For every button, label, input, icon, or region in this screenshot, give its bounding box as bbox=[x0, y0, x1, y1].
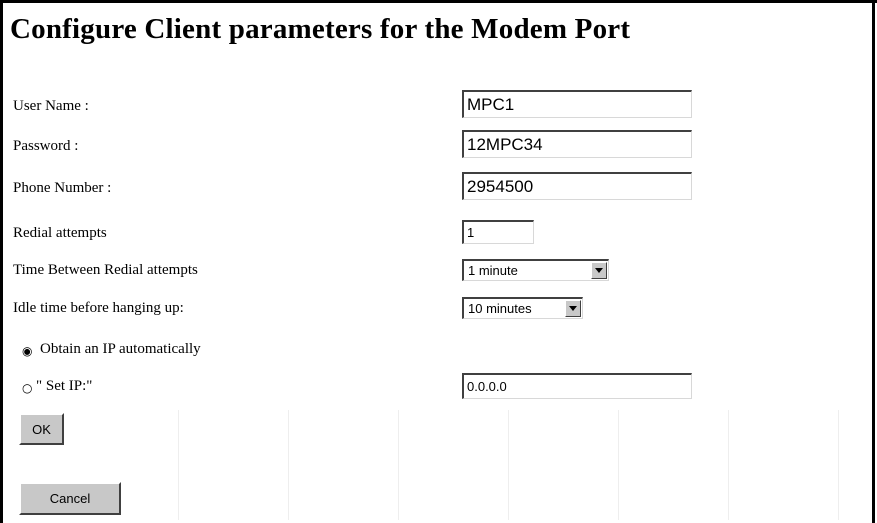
frame-left-border bbox=[0, 0, 3, 523]
chevron-down-icon[interactable] bbox=[565, 300, 581, 317]
user-name-input[interactable] bbox=[462, 90, 692, 118]
password-label: Password : bbox=[13, 138, 79, 154]
frame-right-border bbox=[872, 0, 875, 523]
page-title: Configure Client parameters for the Mode… bbox=[10, 13, 631, 45]
time-between-redial-select[interactable]: 1 minute bbox=[462, 259, 609, 281]
idle-time-label: Idle time before hanging up: bbox=[13, 300, 184, 316]
phone-number-input[interactable] bbox=[462, 172, 692, 200]
grid-divider bbox=[838, 410, 839, 520]
grid-divider bbox=[288, 410, 289, 520]
grid-divider bbox=[618, 410, 619, 520]
set-ip-input[interactable] bbox=[462, 373, 692, 399]
ok-button[interactable]: OK bbox=[19, 413, 64, 445]
time-between-redial-value: 1 minute bbox=[468, 263, 518, 278]
password-input[interactable] bbox=[462, 130, 692, 158]
grid-divider bbox=[178, 410, 179, 520]
user-name-label: User Name : bbox=[13, 98, 89, 114]
radio-selected-icon[interactable]: ◉ bbox=[22, 345, 32, 357]
grid-divider bbox=[398, 410, 399, 520]
redial-attempts-input[interactable] bbox=[462, 220, 534, 244]
phone-number-label: Phone Number : bbox=[13, 180, 112, 196]
grid-divider bbox=[728, 410, 729, 520]
redial-attempts-label: Redial attempts bbox=[13, 225, 107, 241]
set-ip-label: " Set IP:" bbox=[36, 378, 93, 394]
radio-unselected-icon[interactable]: ○ bbox=[22, 382, 32, 394]
grid-divider bbox=[508, 410, 509, 520]
idle-time-select[interactable]: 10 minutes bbox=[462, 297, 583, 319]
cancel-button[interactable]: Cancel bbox=[19, 482, 121, 515]
chevron-down-icon[interactable] bbox=[591, 262, 607, 279]
idle-time-value: 10 minutes bbox=[468, 301, 532, 316]
frame-top-border bbox=[0, 0, 877, 3]
obtain-ip-label: Obtain an IP automatically bbox=[40, 341, 201, 357]
time-between-redial-label: Time Between Redial attempts bbox=[13, 262, 198, 278]
